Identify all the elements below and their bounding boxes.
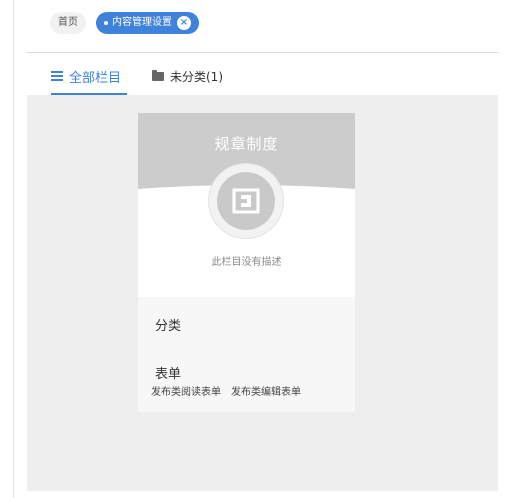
category-label: 分类 (155, 319, 182, 334)
folder-icon (152, 69, 164, 81)
tab-uncategorized[interactable]: 未分类(1) (152, 66, 223, 86)
form-list: 发布类阅读表单 发布类编辑表单 (151, 383, 301, 398)
form-link-read[interactable]: 发布类阅读表单 (151, 383, 221, 398)
form-link-edit[interactable]: 发布类编辑表单 (231, 383, 301, 398)
tab-all-columns[interactable]: 全部栏目 (51, 66, 121, 86)
breadcrumb-current-label: 内容管理设置 (112, 17, 172, 28)
form-label: 表单 (155, 367, 182, 382)
breadcrumb-home-tag[interactable]: 首页 (50, 12, 86, 34)
active-dot-icon (104, 21, 108, 25)
tab-all-label: 全部栏目 (69, 70, 122, 86)
card-description: 此栏目没有描述 (211, 257, 282, 268)
breadcrumb-home-label: 首页 (58, 17, 78, 28)
column-square-icon (217, 172, 275, 230)
column-card[interactable]: 规章制度 此栏目没有描述 分类 表单 发布类阅读表单 发布类编辑表单 (138, 113, 355, 412)
list-icon (51, 71, 63, 81)
breadcrumb-current-tag[interactable]: 内容管理设置 × (96, 12, 199, 34)
card-badge (208, 163, 284, 239)
close-circle-icon[interactable]: × (177, 16, 191, 30)
tab-uncategorized-label: 未分类(1) (170, 69, 223, 84)
header-divider (27, 52, 498, 53)
left-border (13, 0, 14, 498)
card-title: 规章制度 (214, 135, 279, 153)
